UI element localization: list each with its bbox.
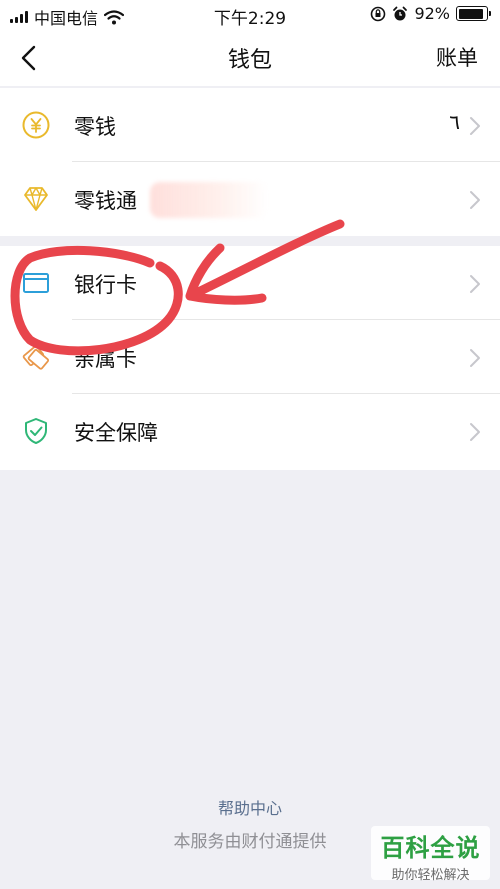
watermark-title: 百科全说 xyxy=(380,834,481,862)
wallet-group-balance: 零钱 ٦ 零钱通 xyxy=(0,88,500,236)
family-card-icon xyxy=(22,345,50,370)
row-bank-card[interactable]: 银行卡 xyxy=(0,246,500,320)
chevron-right-icon xyxy=(470,349,480,367)
alarm-icon xyxy=(393,6,408,20)
watermark-subtitle: 助你轻松解决 xyxy=(391,868,470,883)
row-label: 零钱 xyxy=(74,115,116,139)
row-change[interactable]: 零钱 ٦ xyxy=(0,88,500,162)
shield-check-icon xyxy=(25,418,47,444)
battery-percent: 92% xyxy=(414,4,450,23)
help-center-link[interactable]: 帮助中心 xyxy=(0,795,500,819)
bank-card-icon xyxy=(23,273,49,293)
row-label: 银行卡 xyxy=(74,273,137,297)
status-right: 92% xyxy=(370,4,491,23)
status-bar: 中国电信 下午2:29 92% xyxy=(0,0,500,30)
chevron-right-icon xyxy=(470,423,480,441)
diamond-icon xyxy=(24,187,48,211)
row-family-card[interactable]: 亲属卡 xyxy=(0,320,500,394)
row-label: 安全保障 xyxy=(74,421,158,445)
wallet-group-cards: 银行卡 亲属卡 安全保障 xyxy=(0,246,500,470)
blurred-amount xyxy=(150,182,268,218)
page-title: 钱包 xyxy=(227,48,272,73)
chevron-right-icon xyxy=(470,117,480,135)
orientation-lock-icon xyxy=(371,6,386,21)
battery-icon xyxy=(456,6,491,21)
row-security[interactable]: 安全保障 xyxy=(0,394,500,468)
nav-bar: 钱包 账单 xyxy=(0,30,500,86)
chevron-right-icon xyxy=(470,275,480,293)
chevron-right-icon xyxy=(470,191,480,209)
row-change-plus[interactable]: 零钱通 xyxy=(0,162,500,236)
balance-value: ٦ xyxy=(449,110,460,134)
row-label: 零钱通 xyxy=(74,189,137,213)
watermark-logo: 百科全说 助你轻松解决 xyxy=(371,826,490,883)
battery-fill xyxy=(458,8,484,19)
row-label: 亲属卡 xyxy=(74,347,137,371)
yuan-coin-icon xyxy=(22,111,50,139)
back-chevron-icon[interactable] xyxy=(14,42,46,74)
bill-button[interactable]: 账单 xyxy=(436,42,478,72)
